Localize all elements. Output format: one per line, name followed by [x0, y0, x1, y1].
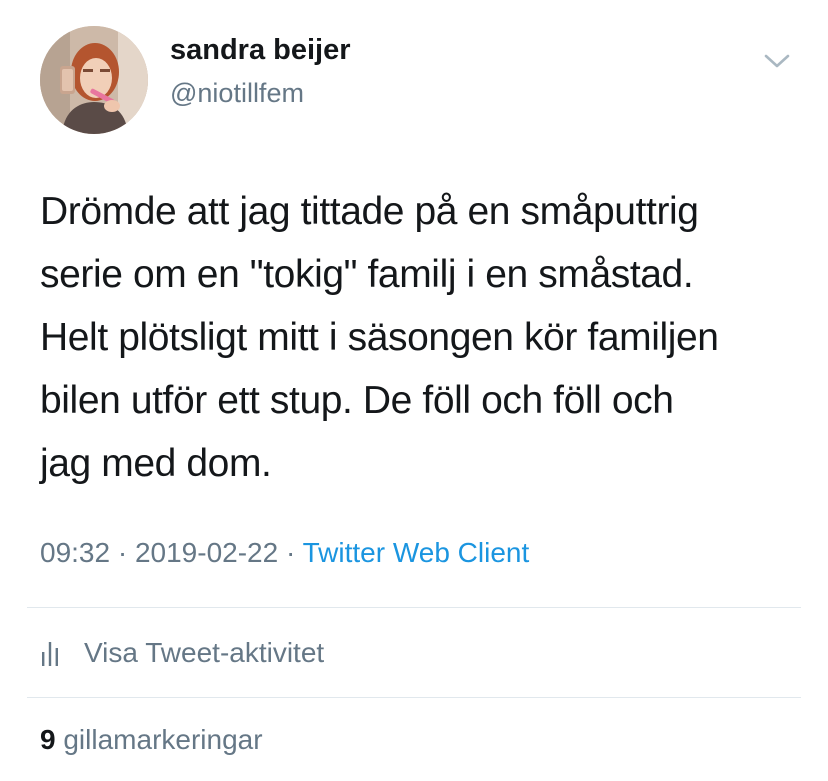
tweet-metadata: 09:32 · 2019-02-22 · Twitter Web Client — [40, 537, 529, 569]
likes-count: 9 — [40, 724, 56, 755]
divider — [27, 607, 801, 608]
tweet-detail: sandra beijer @niotillfem Drömde att jag… — [0, 0, 828, 781]
tweet-text-line: jag med dom. — [40, 442, 272, 485]
tweet-text-line: Helt plötsligt mitt i säsongen kör famil… — [40, 316, 719, 359]
tweet-activity-button[interactable]: Visa Tweet-aktivitet — [40, 633, 324, 673]
tweet-text-line: bilen utför ett stup. De föll och föll o… — [40, 379, 674, 422]
likes-count-link[interactable]: 9 gillamarkeringar — [40, 724, 263, 756]
tweet-date[interactable]: 2019-02-22 — [135, 537, 278, 568]
divider — [27, 697, 801, 698]
tweet-activity-label: Visa Tweet-aktivitet — [84, 637, 325, 668]
chevron-down-icon[interactable] — [760, 44, 794, 78]
avatar-photo — [40, 26, 148, 134]
tweet-text-line: serie om en "tokig" familj i en småstad. — [40, 253, 694, 296]
avatar[interactable] — [40, 26, 148, 134]
tweet-source-link[interactable]: Twitter Web Client — [303, 537, 530, 568]
meta-separator: · — [110, 537, 135, 568]
likes-label: gillamarkeringar — [63, 724, 263, 755]
tweet-text-line: Drömde att jag tittade på en småputtrig — [40, 190, 699, 233]
display-name[interactable]: sandra beijer — [170, 34, 351, 67]
tweet-time[interactable]: 09:32 — [40, 537, 110, 568]
tweet-text: Drömde att jag tittade på en småputtrig … — [40, 180, 810, 495]
user-handle[interactable]: @niotillfem — [170, 78, 304, 109]
meta-separator: · — [278, 537, 303, 568]
bar-chart-icon — [42, 642, 58, 666]
